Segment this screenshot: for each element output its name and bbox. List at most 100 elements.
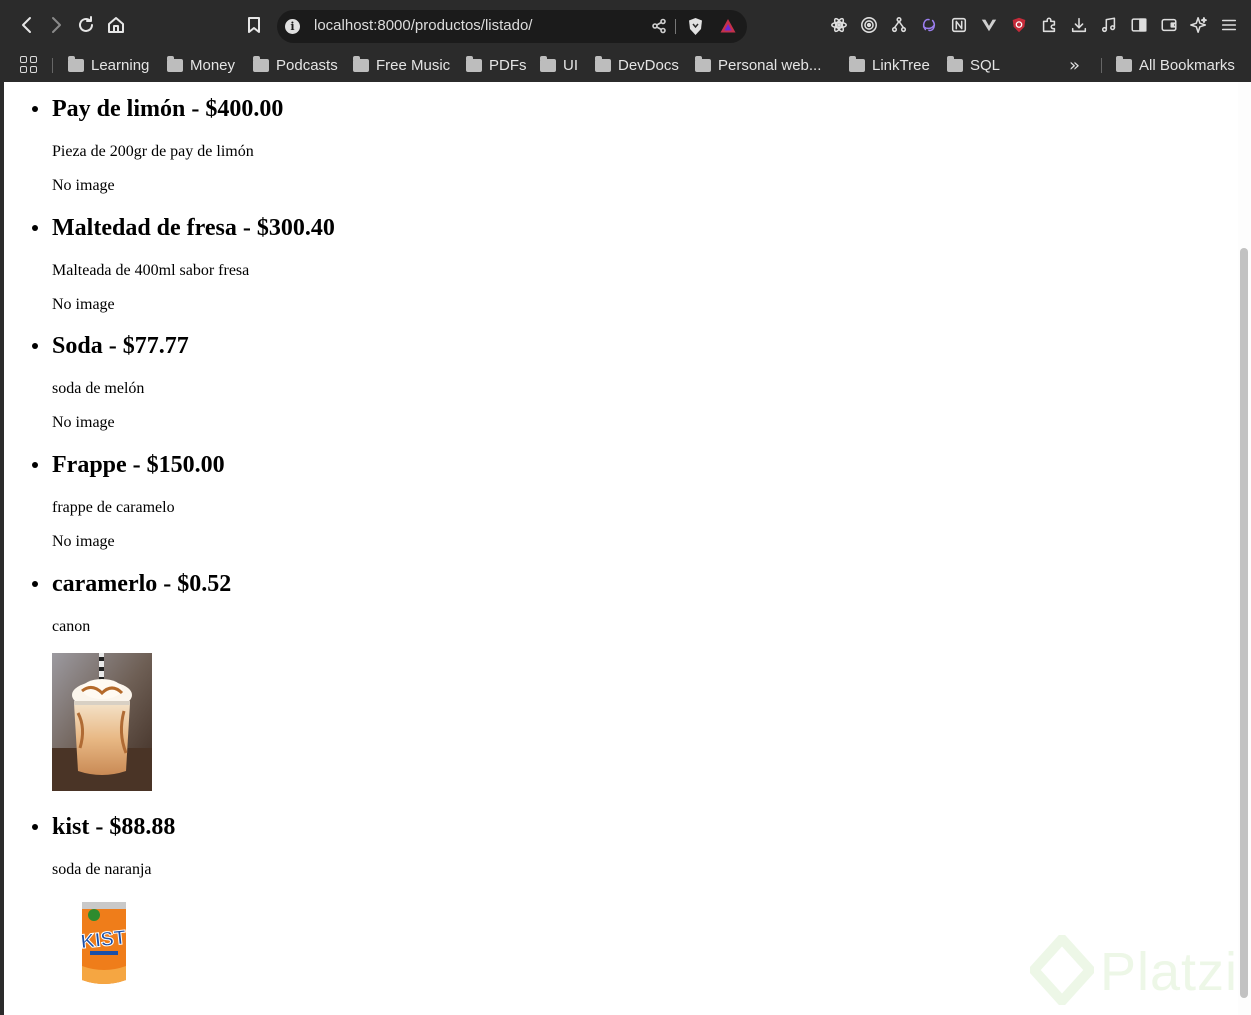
leo-ai-icon[interactable] xyxy=(1189,15,1209,35)
bookmark-label: PDFs xyxy=(489,56,527,74)
bookmark-ui[interactable]: UI xyxy=(540,53,578,77)
product-description: soda de naranja xyxy=(52,861,152,878)
product-title: Frappe - $150.00 xyxy=(32,446,225,484)
brave-rewards-icon[interactable] xyxy=(719,17,737,35)
bookmark-learning[interactable]: Learning xyxy=(68,53,149,77)
bookmark-personal-web[interactable]: Personal web... xyxy=(695,53,821,77)
bookmark-label: LinkTree xyxy=(872,56,930,74)
bookmark-free-music[interactable]: Free Music xyxy=(353,53,450,77)
product-no-image: No image xyxy=(52,414,115,431)
bookmark-label: Podcasts xyxy=(276,56,338,74)
downloads-icon[interactable] xyxy=(1069,15,1089,35)
bookmark-label: Free Music xyxy=(376,56,451,74)
folder-icon xyxy=(849,55,865,72)
scrollbar-thumb[interactable] xyxy=(1240,248,1248,998)
folder-icon xyxy=(68,55,84,72)
bookmark-label: Personal web... xyxy=(718,56,822,74)
graph-extension-icon[interactable] xyxy=(889,15,909,35)
extensions-puzzle-icon[interactable] xyxy=(1039,15,1059,35)
product-item: caramerlo - $0.52 canon xyxy=(32,565,231,791)
all-bookmarks-button[interactable]: All Bookmarks xyxy=(1116,53,1235,77)
bookmark-icon xyxy=(248,17,260,33)
notion-extension-icon[interactable] xyxy=(949,15,969,35)
platzi-logo-icon xyxy=(1030,935,1094,1005)
sidebar-icon[interactable] xyxy=(1129,15,1149,35)
url-divider xyxy=(675,19,676,34)
vue-devtools-icon[interactable] xyxy=(979,15,999,35)
folder-icon xyxy=(466,55,482,72)
product-description: soda de melón xyxy=(52,380,145,397)
product-description: frappe de caramelo xyxy=(52,499,175,516)
product-item: Soda - $77.77 soda de melón No image xyxy=(32,327,189,434)
redux-devtools-icon[interactable] xyxy=(919,15,939,35)
bookmark-pdfs[interactable]: PDFs xyxy=(466,53,527,77)
folder-icon xyxy=(167,55,183,72)
address-bar[interactable]: i localhost:8000/productos/listado/ xyxy=(277,10,747,43)
product-title: caramerlo - $0.52 xyxy=(32,565,231,603)
reload-button[interactable] xyxy=(73,12,99,38)
bookmarks-divider xyxy=(1101,58,1102,73)
arrow-right-icon xyxy=(52,17,61,33)
list-bullet xyxy=(32,581,38,587)
folder-icon xyxy=(540,55,556,72)
bookmark-label: Money xyxy=(190,56,236,74)
ublock-icon[interactable] xyxy=(1009,15,1029,35)
product-title: Soda - $77.77 xyxy=(32,327,189,365)
bookmarks-divider xyxy=(52,58,53,73)
all-bookmarks-label: All Bookmarks xyxy=(1139,56,1235,74)
media-music-icon[interactable] xyxy=(1099,15,1119,35)
folder-icon xyxy=(695,55,711,72)
bookmarks-overflow-button[interactable]: » xyxy=(1069,55,1080,76)
home-button[interactable] xyxy=(103,12,129,38)
forward-button[interactable] xyxy=(43,12,69,38)
watermark-text: Platzi xyxy=(1100,942,1239,1002)
react-devtools-icon[interactable] xyxy=(829,15,849,35)
bookmark-label: Learning xyxy=(91,56,150,74)
bookmark-label: SQL xyxy=(970,56,1001,74)
product-image-kist: KIST xyxy=(52,896,152,992)
list-bullet xyxy=(32,225,38,231)
product-title: kist - $88.88 xyxy=(32,808,175,846)
product-no-image: No image xyxy=(52,177,115,194)
url-text[interactable]: localhost:8000/productos/listado/ xyxy=(314,17,532,34)
product-image-frappe xyxy=(52,653,152,791)
product-description: Malteada de 400ml sabor fresa xyxy=(52,262,250,279)
product-item: kist - $88.88 soda de naranja KIST xyxy=(32,808,175,992)
browser-toolbar: i localhost:8000/productos/listado/ xyxy=(0,0,1251,48)
bookmark-button[interactable] xyxy=(241,12,267,38)
share-icon[interactable] xyxy=(651,18,669,36)
bookmark-linktree[interactable]: LinkTree xyxy=(849,53,930,77)
reload-icon xyxy=(79,16,93,32)
list-bullet xyxy=(32,462,38,468)
product-item: Pay de limón - $400.00 Pieza de 200gr de… xyxy=(32,90,283,197)
page-viewport: Pay de limón - $400.00 Pieza de 200gr de… xyxy=(4,82,1251,1015)
wallet-icon[interactable] xyxy=(1159,15,1179,35)
bookmark-label: UI xyxy=(563,56,578,74)
folder-icon xyxy=(947,55,963,72)
bookmark-podcasts[interactable]: Podcasts xyxy=(253,53,338,77)
bookmark-money[interactable]: Money xyxy=(167,53,235,77)
arrow-left-icon xyxy=(22,17,31,33)
product-title: Maltedad de fresa - $300.40 xyxy=(32,209,335,247)
product-no-image: No image xyxy=(52,296,115,313)
bookmark-sql[interactable]: SQL xyxy=(947,53,1000,77)
target-extension-icon[interactable] xyxy=(859,15,879,35)
bookmarks-bar: Learning Money Podcasts Free Music PDFs … xyxy=(0,48,1251,82)
product-item: Maltedad de fresa - $300.40 Malteada de … xyxy=(32,209,335,316)
brave-shield-icon[interactable] xyxy=(687,17,704,36)
bookmark-label: DevDocs xyxy=(618,56,679,74)
list-bullet xyxy=(32,343,38,349)
apps-grid-icon[interactable] xyxy=(20,56,38,74)
info-icon[interactable]: i xyxy=(285,19,300,34)
bookmark-devdocs[interactable]: DevDocs xyxy=(595,53,679,77)
product-item: Frappe - $150.00 frappe de caramelo No i… xyxy=(32,446,225,553)
product-title: Pay de limón - $400.00 xyxy=(32,90,283,128)
folder-icon xyxy=(595,55,611,72)
product-no-image: No image xyxy=(52,533,115,550)
product-description: Pieza de 200gr de pay de limón xyxy=(52,143,254,160)
back-button[interactable] xyxy=(14,12,40,38)
menu-hamburger-icon[interactable] xyxy=(1219,15,1239,35)
list-bullet xyxy=(32,106,38,112)
folder-icon xyxy=(1116,55,1132,72)
product-description: canon xyxy=(52,618,91,635)
